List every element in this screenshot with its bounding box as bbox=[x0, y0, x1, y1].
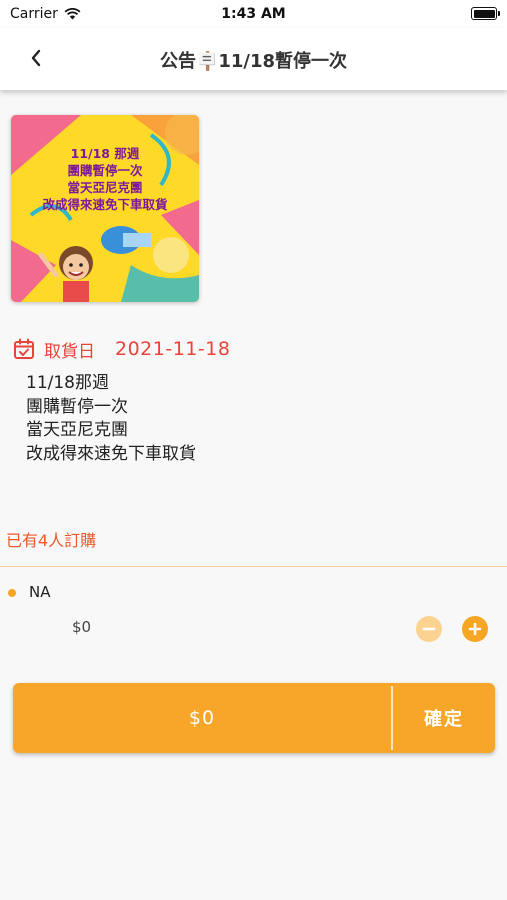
pickup-date-row: 取貨日 2021-11-18 bbox=[12, 336, 230, 362]
total-price: $0 bbox=[188, 707, 216, 729]
divider bbox=[0, 566, 507, 567]
description-line: 團購暫停一次 bbox=[26, 396, 128, 417]
chevron-left-icon bbox=[31, 49, 41, 67]
battery-icon bbox=[471, 7, 500, 20]
banner-caption: 11/18 那週 團購暫停一次 當天亞尼克團 改成得來速免下車取貨 bbox=[11, 145, 199, 213]
increase-quantity-button[interactable] bbox=[462, 616, 488, 642]
announcement-description: 11/18那週 團購暫停一次 當天亞尼克團 改成得來速免下車取貨 bbox=[26, 372, 196, 466]
calendar-check-icon bbox=[14, 338, 34, 359]
minus-circle-icon bbox=[422, 627, 436, 631]
back-button[interactable] bbox=[22, 44, 50, 72]
decrease-quantity-button[interactable] bbox=[416, 616, 442, 642]
description-line: 當天亞尼克團 bbox=[26, 420, 128, 440]
banner-line: 11/18 那週 bbox=[70, 146, 140, 161]
order-count-text: 已有4人訂購 bbox=[6, 531, 97, 550]
order-bar: $0 確定 bbox=[13, 683, 495, 753]
confirm-button[interactable]: 確定 bbox=[393, 683, 495, 753]
banner-line: 改成得來速免下車取貨 bbox=[42, 197, 168, 212]
pickup-date: 2021-11-18 bbox=[115, 338, 231, 360]
banner-line: 團購暫停一次 bbox=[67, 163, 143, 178]
nav-bar: 公告🪧11/18暫停一次 bbox=[0, 28, 507, 90]
banner-line: 當天亞尼克團 bbox=[67, 180, 143, 195]
page-title: 公告🪧11/18暫停一次 bbox=[159, 51, 348, 72]
pickup-label: 取貨日 bbox=[44, 341, 95, 362]
announcement-banner-image[interactable]: 11/18 那週 團購暫停一次 當天亞尼克團 改成得來速免下車取貨 bbox=[11, 115, 199, 302]
status-time: 1:43 AM bbox=[221, 6, 286, 22]
item-name: NA bbox=[29, 583, 51, 601]
description-line: 11/18那週 bbox=[26, 373, 109, 393]
status-bar: Carrier 1:43 AM bbox=[0, 0, 507, 28]
description-line: 改成得來速免下車取貨 bbox=[26, 443, 196, 464]
item-bullet-icon bbox=[8, 589, 16, 597]
item-price: $0 bbox=[72, 618, 92, 636]
plus-circle-icon bbox=[468, 622, 482, 636]
